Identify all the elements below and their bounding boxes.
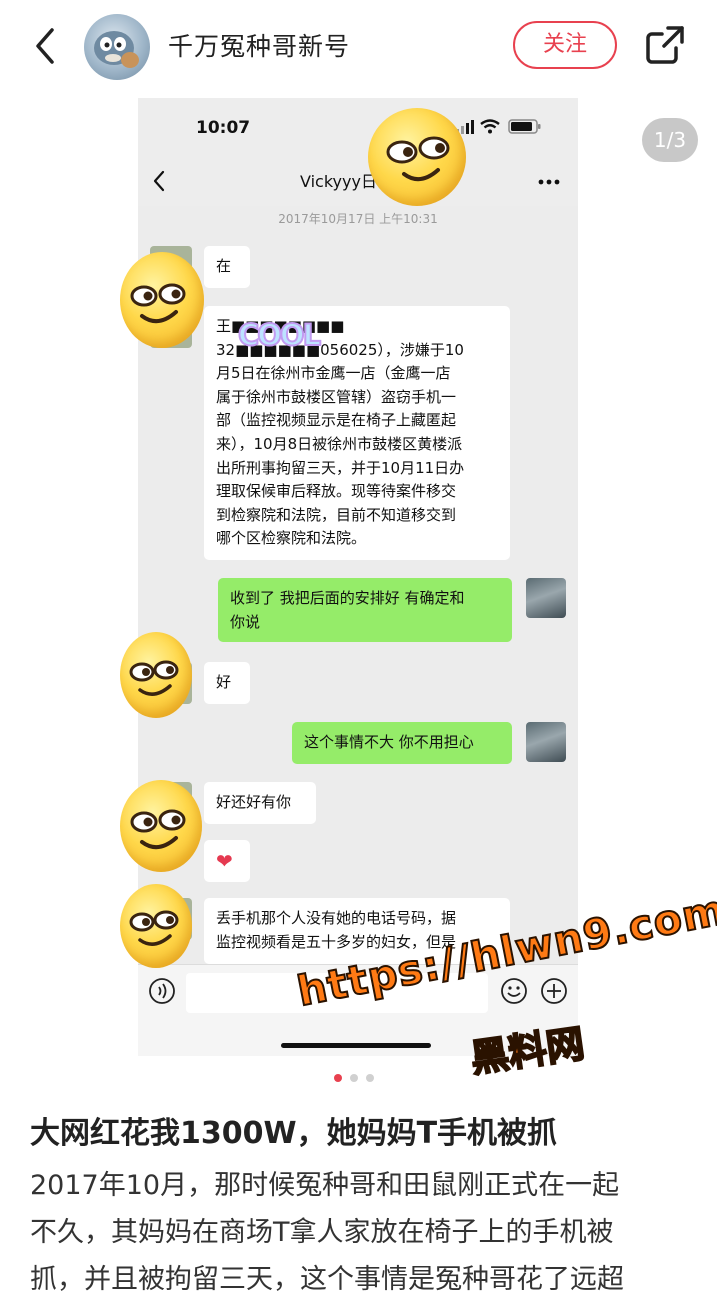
cover-emoji-icon: [120, 632, 192, 718]
emoji-icon[interactable]: [500, 977, 528, 1005]
author-name[interactable]: 千万冤种哥新号: [168, 27, 350, 63]
post-body-line: 2017年10月，那时候冤种哥和田鼠刚正式在一起: [30, 1170, 620, 1201]
wifi-icon: [480, 119, 500, 134]
share-button[interactable]: [644, 24, 686, 66]
bubble-line: 你说: [230, 612, 261, 631]
phone-status-bar: 10:07: [138, 98, 578, 156]
bubble-line: 属于徐州市鼓楼区管辖）盗窃手机一: [216, 387, 457, 406]
chat-bubble: 好还好有你: [204, 782, 316, 824]
chat-date: 2017年10月17日 上午10:31: [278, 212, 438, 226]
cover-emoji-icon: [368, 108, 466, 206]
carousel-dot[interactable]: [366, 1074, 374, 1082]
bubble-line: 到检察院和法院，目前不知道移交到: [216, 505, 457, 524]
plus-icon[interactable]: [540, 977, 568, 1005]
cover-emoji-icon: [120, 884, 192, 968]
bubble-line: 月5日在徐州市金鹰一店（金鹰一店: [216, 364, 451, 383]
chat-bubble: 在: [204, 246, 250, 288]
cover-emoji-icon: [120, 780, 202, 872]
cartoon-avatar-icon: [94, 31, 139, 68]
bubble-line: 丢手机那个人没有她的电话号码，据: [216, 909, 457, 927]
home-indicator: [281, 1043, 431, 1048]
heart-bubble: ❤: [204, 840, 250, 882]
back-button[interactable]: [28, 26, 62, 66]
image-page-indicator: 1/3: [642, 118, 698, 162]
chat-back-icon[interactable]: [152, 170, 166, 192]
carousel-dot-active[interactable]: [334, 1074, 342, 1082]
chat-bubble: 好: [204, 662, 250, 704]
self-avatar: [526, 722, 566, 762]
post-image-chat-screenshot[interactable]: 10:07 Vickyyy日 2017年10月17日 上午10:31 在 王■■…: [138, 98, 578, 1056]
top-bar: 千万冤种哥新号 关注: [0, 0, 717, 92]
chevron-left-icon: [36, 28, 54, 64]
share-icon: [646, 26, 684, 64]
cover-emoji-icon: [120, 252, 204, 348]
bubble-line: 哪个区检察院和法院。: [216, 529, 367, 548]
follow-button[interactable]: 关注: [513, 21, 617, 69]
bubble-line: 收到了 我把后面的安排好 有确定和: [230, 589, 465, 607]
bubble-line: 出所刑事拘留三天，并于10月11日办: [216, 458, 465, 477]
post-body: 2017年10月，那时候冤种哥和田鼠刚正式在一起 不久，其妈妈在商场T拿人家放在…: [30, 1162, 694, 1303]
chat-contact-name: Vickyyy日: [300, 172, 377, 191]
bubble-line: 部（监控视频显示是在椅子上藏匿起: [216, 411, 457, 430]
carousel-dot[interactable]: [350, 1074, 358, 1082]
bubble-line: 理取保候审后释放。现等待案件移交: [216, 482, 457, 501]
cool-sticker: COOL: [237, 317, 322, 353]
post-title: 大网红花我1300W，她妈妈T手机被抓: [30, 1116, 558, 1151]
bubble-line: 来），10月8日被徐州市鼓楼区黄楼派: [216, 434, 463, 453]
self-avatar: [526, 578, 566, 618]
status-time: 10:07: [196, 118, 251, 138]
post-body-line: 不久，其妈妈在商场T拿人家放在椅子上的手机被: [30, 1217, 614, 1248]
more-icon[interactable]: [538, 179, 560, 185]
chat-header: Vickyyy日: [138, 156, 578, 206]
chat-bubble-self: 这个事情不大 你不用担心: [292, 722, 512, 764]
voice-icon[interactable]: [148, 977, 176, 1005]
battery-icon: [508, 119, 541, 134]
chat-bubble-self: 收到了 我把后面的安排好 有确定和 你说: [218, 578, 512, 642]
author-avatar[interactable]: [84, 14, 150, 80]
